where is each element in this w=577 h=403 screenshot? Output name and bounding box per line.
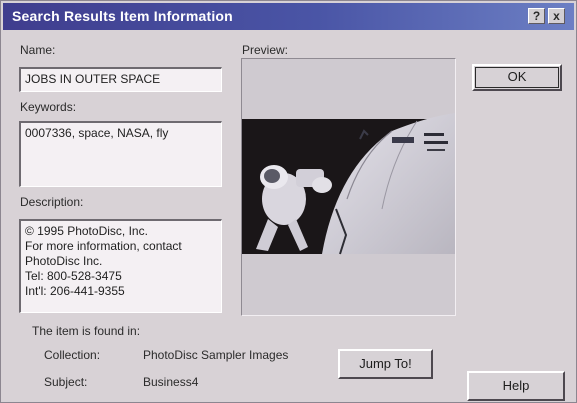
name-value: JOBS IN OUTER SPACE (25, 72, 161, 86)
collection-label: Collection: (44, 348, 101, 362)
description-line: Tel: 800-528-3475 (25, 269, 122, 283)
close-button[interactable]: x (548, 8, 565, 24)
description-line: © 1995 PhotoDisc, Inc. (25, 224, 148, 238)
title-bar: Search Results Item Information ? x (3, 3, 574, 30)
subject-label: Subject: (44, 375, 88, 389)
keywords-value: 0007336, space, NASA, fly (25, 126, 169, 140)
name-field[interactable]: JOBS IN OUTER SPACE (19, 67, 222, 92)
description-line: For more information, contact (25, 239, 182, 253)
keywords-label: Keywords: (20, 100, 77, 114)
name-label: Name: (20, 43, 56, 57)
ok-button[interactable]: OK (472, 64, 562, 91)
collection-value: PhotoDisc Sampler Images (143, 348, 289, 362)
help-button[interactable]: Help (467, 371, 565, 401)
description-line: Int'l: 206-441-9355 (25, 284, 125, 298)
found-in-heading: The item is found in: (32, 324, 141, 338)
description-field[interactable]: © 1995 PhotoDisc, Inc. For more informat… (19, 219, 222, 313)
subject-value: Business4 (143, 375, 199, 389)
preview-label: Preview: (242, 43, 289, 57)
description-label: Description: (20, 195, 84, 209)
preview-frame (241, 58, 456, 316)
keywords-field[interactable]: 0007336, space, NASA, fly (19, 121, 222, 187)
description-line: PhotoDisc Inc. (25, 254, 103, 268)
preview-image (242, 59, 455, 315)
context-help-button[interactable]: ? (528, 8, 545, 24)
search-results-dialog: Search Results Item Information ? x Name… (0, 0, 577, 403)
window-title: Search Results Item Information (12, 8, 233, 24)
jump-to-button[interactable]: Jump To! (338, 349, 433, 379)
